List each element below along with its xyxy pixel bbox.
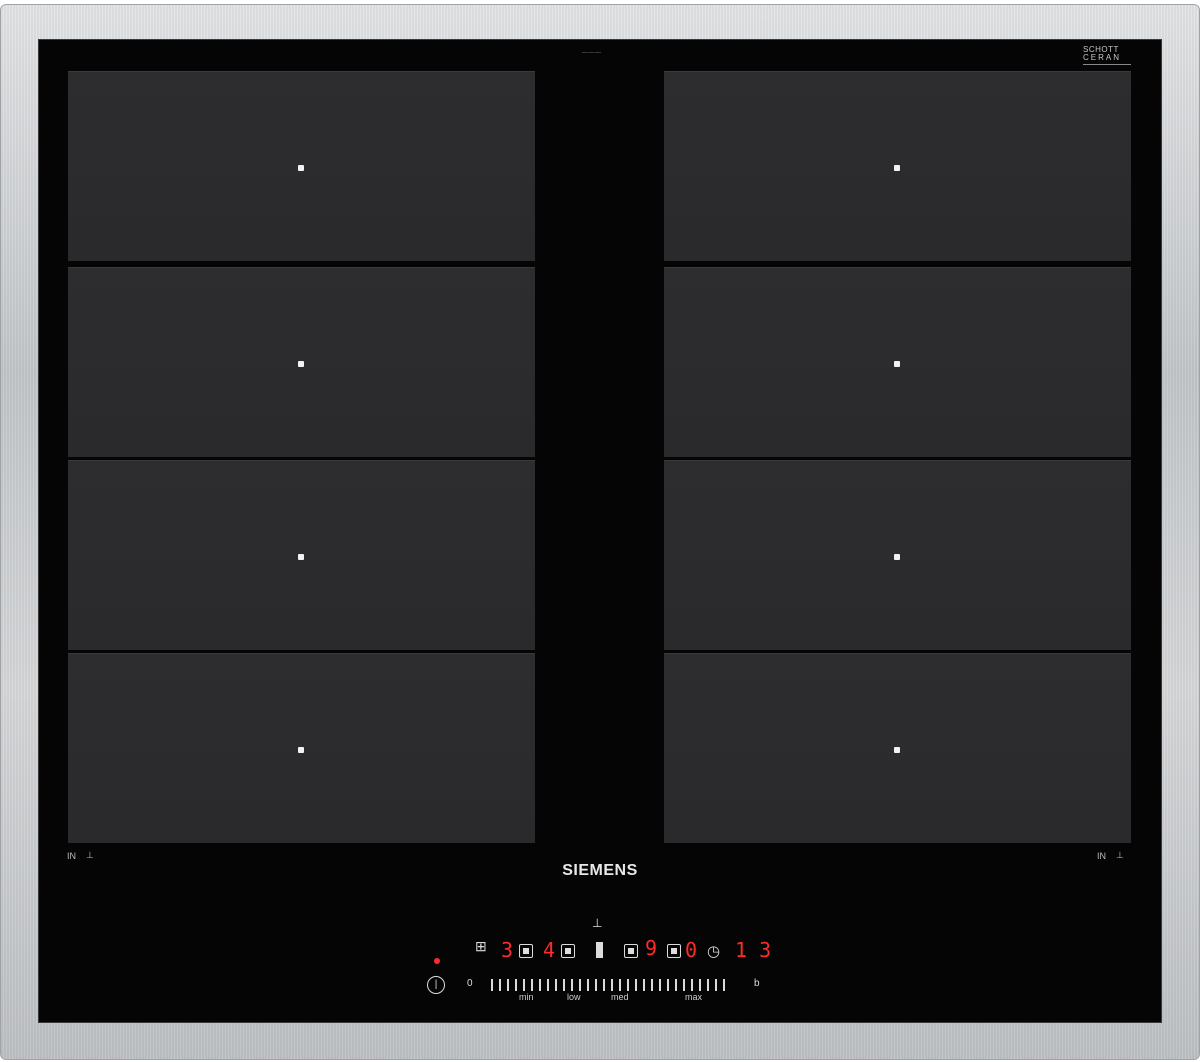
slider-label-med: med — [611, 992, 629, 1002]
slider-label-low: low — [567, 992, 581, 1002]
zone-select-icon[interactable]: ⊞ — [475, 938, 487, 955]
zone-marker — [298, 361, 304, 367]
slider-label-min: min — [519, 992, 534, 1002]
flex-label-left: IN ⊥ — [67, 850, 94, 861]
display-zone-2: 4 — [543, 938, 556, 962]
timer-icon[interactable]: ◷ — [707, 942, 720, 960]
zone-button-4[interactable] — [667, 944, 681, 958]
zone-marker — [298, 554, 304, 560]
power-slider[interactable] — [491, 978, 761, 992]
zone-marker — [298, 165, 304, 171]
slider-left-end: 0 — [467, 978, 473, 989]
slider-label-max: max — [685, 992, 703, 1002]
brand-logo: SIEMENS — [562, 862, 638, 879]
pan-icon: ⊥ — [1116, 850, 1124, 860]
glass-cooktop: ——— SCHOTT CERAN IN ⊥ IN ⊥ SIEMENS ⊥ | ⊞… — [39, 40, 1161, 1022]
zone-button-3[interactable] — [624, 944, 638, 958]
cooking-zone-right-1[interactable] — [664, 71, 1131, 261]
top-marking: ——— — [582, 50, 602, 56]
pan-icon: ⊥ — [592, 916, 603, 930]
power-icon[interactable]: | — [427, 976, 445, 994]
power-indicator-icon — [434, 958, 440, 964]
display-zone-4: 0 — [685, 938, 698, 962]
zone-marker — [894, 747, 900, 753]
timer-display: 1 3 — [735, 938, 772, 962]
display-zone-3: 9 — [645, 936, 658, 960]
display-zone-1: 3 — [501, 938, 514, 962]
cooking-zone-left-1[interactable] — [68, 71, 535, 261]
cooking-zone-left-2[interactable] — [68, 267, 535, 457]
boost-icon[interactable] — [596, 942, 603, 958]
zone-marker — [298, 747, 304, 753]
cooking-zone-right-3[interactable] — [664, 460, 1131, 650]
cooking-zone-left-3[interactable] — [68, 460, 535, 650]
slider-right-end: b — [754, 978, 760, 989]
cooking-zone-left-4[interactable] — [68, 653, 535, 843]
zone-button-1[interactable] — [519, 944, 533, 958]
zone-marker — [894, 554, 900, 560]
flex-label-right: IN ⊥ — [1097, 850, 1124, 861]
zone-marker — [894, 361, 900, 367]
cooking-zone-right-4[interactable] — [664, 653, 1131, 843]
zone-button-2[interactable] — [561, 944, 575, 958]
pan-icon: ⊥ — [86, 850, 94, 860]
schott-ceran-logo: SCHOTT CERAN — [1083, 46, 1131, 65]
cooking-zone-right-2[interactable] — [664, 267, 1131, 457]
zone-marker — [894, 165, 900, 171]
